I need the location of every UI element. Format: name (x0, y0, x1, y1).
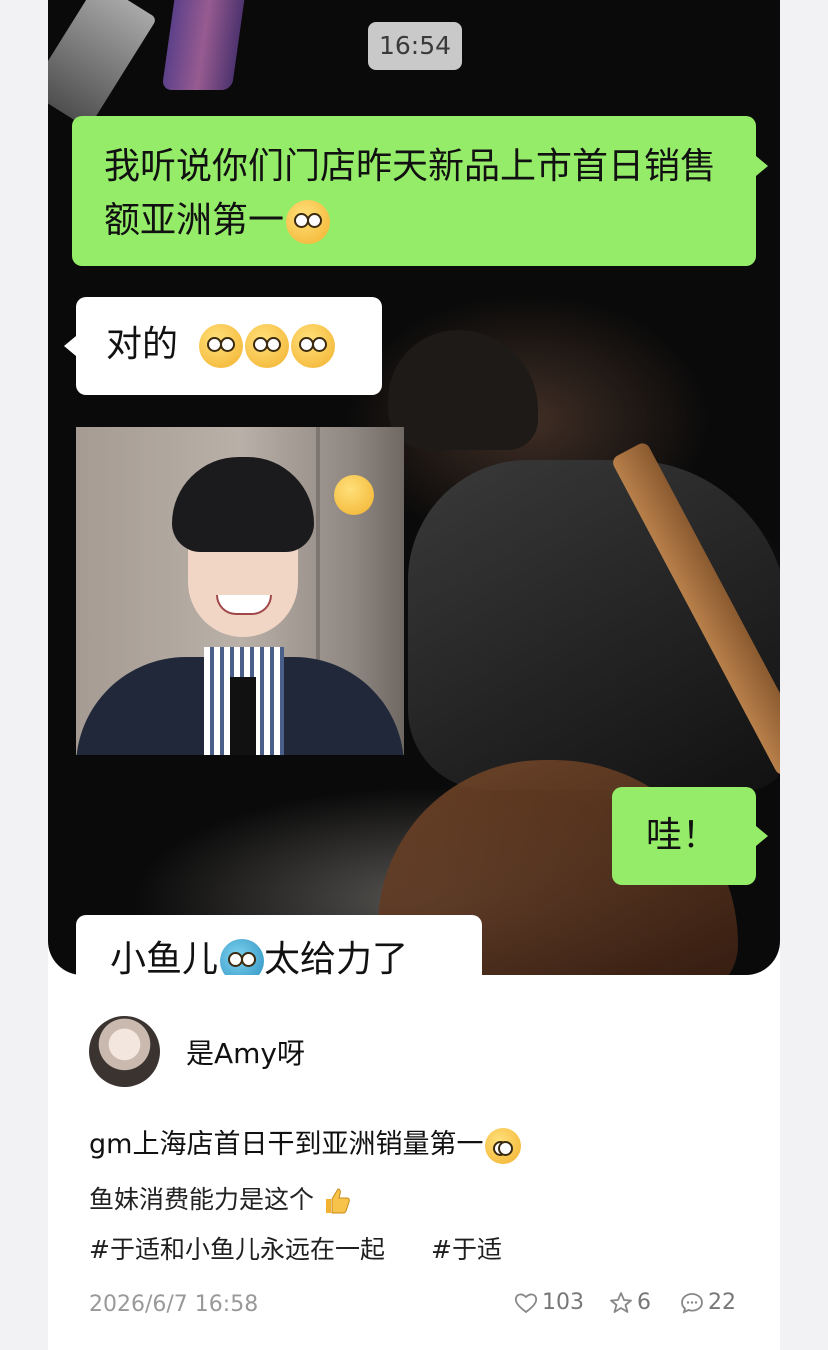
ribbon-decoration (161, 0, 245, 90)
chat-bubble-text: 我听说你们门店昨天新品上市首日销售额亚洲第一 (104, 146, 717, 241)
thumbs-up-emoji-icon (291, 324, 336, 368)
chat-bubble-text-tail: 太给力了 (264, 939, 409, 975)
hair (172, 457, 314, 552)
thumbs-up-emoji-icon (245, 324, 290, 368)
favorite-button[interactable]: 6 (609, 1290, 651, 1315)
post-date: 2026/6/7 16:58 (89, 1292, 259, 1317)
post-title-text: gm上海店首日干到亚洲销量第一 (89, 1129, 484, 1160)
hashtag-link[interactable]: #于适和小鱼儿永远在一起 (89, 1230, 385, 1266)
chat-photo-message[interactable] (76, 427, 404, 755)
post-body-line: 鱼妹消费能力是这个 (89, 1180, 352, 1216)
bubble-tail (756, 826, 768, 846)
user-avatar[interactable] (89, 1016, 160, 1087)
comment-icon (681, 1293, 703, 1314)
stage-light (48, 0, 158, 129)
username[interactable]: 是Amy呀 (186, 1032, 305, 1072)
comment-count: 22 (708, 1290, 736, 1315)
like-count: 103 (542, 1290, 584, 1315)
chat-bubble-received-2: 小鱼儿 太给力了 (76, 915, 482, 975)
star-icon (610, 1292, 632, 1313)
like-button[interactable]: 103 (514, 1290, 584, 1315)
blushing-emoji-icon (334, 475, 374, 515)
thumbs-up-emoji-icon (199, 324, 244, 368)
bubble-tail (756, 156, 768, 176)
thumbs-up-icon (322, 1186, 352, 1216)
chat-timestamp: 16:54 (368, 22, 462, 70)
tie (230, 677, 256, 755)
chat-bubble-sent-2: 哇！ (612, 787, 756, 885)
post-title: gm上海店首日干到亚洲销量第一 (89, 1122, 522, 1164)
fish-emoji-icon (220, 939, 265, 975)
post-body-text: 鱼妹消费能力是这个 (89, 1185, 315, 1214)
bubble-tail (64, 336, 76, 356)
background-performer-hair (388, 330, 538, 450)
comment-button[interactable]: 22 (680, 1290, 736, 1315)
heart-icon (514, 1293, 538, 1314)
hashtag-link[interactable]: #于适 (431, 1230, 502, 1266)
surprised-emoji-icon (286, 200, 331, 244)
chat-bubble-sent-1: 我听说你们门店昨天新品上市首日销售额亚洲第一 (72, 116, 756, 266)
chat-bubble-text: 对的 (106, 324, 179, 365)
favorite-count: 6 (637, 1290, 651, 1315)
kiss-emoji-icon (485, 1127, 522, 1164)
chat-bubble-text: 哇！ (646, 815, 719, 856)
chat-bubble-text: 小鱼儿 (110, 939, 219, 975)
chat-bubble-received-1: 对的 (76, 297, 382, 395)
